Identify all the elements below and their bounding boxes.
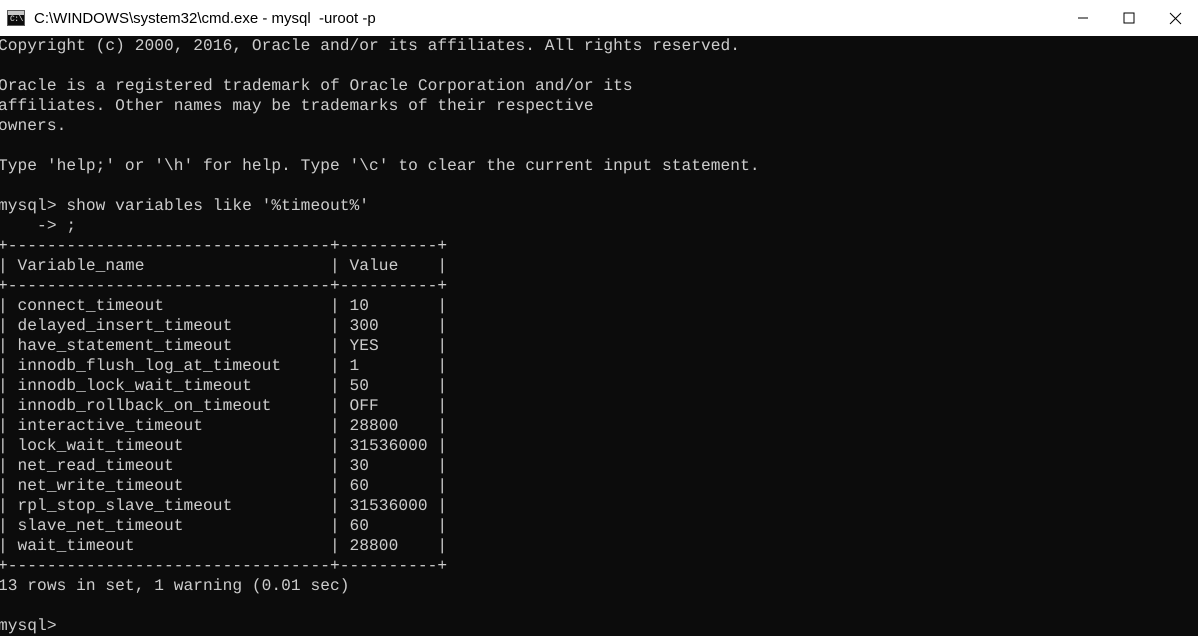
cmd-console-window: C:\ C:\WINDOWS\system32\cmd.exe - mysql … <box>0 0 1198 636</box>
minimize-button[interactable] <box>1060 0 1106 36</box>
cmd-console-icon: C:\ <box>7 10 25 26</box>
window-title: C:\WINDOWS\system32\cmd.exe - mysql -uro… <box>34 9 376 27</box>
window-controls <box>1060 0 1198 36</box>
minimize-icon <box>1077 12 1089 24</box>
maximize-icon <box>1123 12 1135 24</box>
title-bar-left-group: C:\ C:\WINDOWS\system32\cmd.exe - mysql … <box>0 10 1060 27</box>
maximize-button[interactable] <box>1106 0 1152 36</box>
close-button[interactable] <box>1152 0 1198 36</box>
close-icon <box>1169 12 1182 25</box>
console-output-area[interactable]: Copyright (c) 2000, 2016, Oracle and/or … <box>0 36 1198 636</box>
cmd-icon-prompt-glyph: C:\ <box>10 15 23 24</box>
window-title-bar[interactable]: C:\ C:\WINDOWS\system32\cmd.exe - mysql … <box>0 0 1198 36</box>
console-text: Copyright (c) 2000, 2016, Oracle and/or … <box>0 37 760 635</box>
